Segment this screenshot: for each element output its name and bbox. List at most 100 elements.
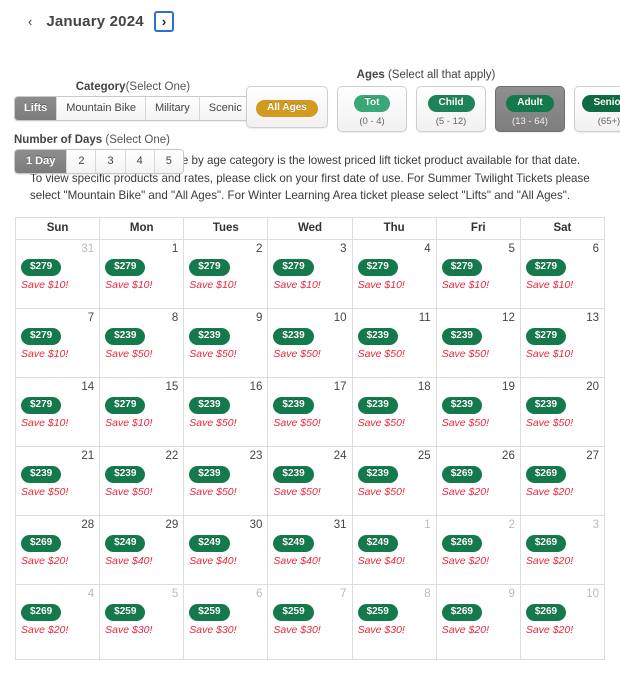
- savings-text: Save $20!: [21, 555, 69, 568]
- day-number: 10: [333, 311, 347, 324]
- category-option-mountain-bike[interactable]: Mountain Bike: [56, 97, 145, 120]
- day-number: 3: [592, 518, 599, 531]
- calendar-day-cell[interactable]: 7 $279 Save $10!: [16, 308, 101, 378]
- savings-text: Save $50!: [357, 348, 405, 361]
- day-number: 28: [81, 518, 95, 531]
- calendar-day-cell[interactable]: 15 $279 Save $10!: [100, 377, 185, 447]
- calendar-day-cell[interactable]: 10 $269 Save $20!: [520, 584, 605, 660]
- calendar-day-cell[interactable]: 31 $249 Save $40!: [268, 515, 353, 585]
- price-badge: $279: [189, 259, 230, 277]
- age-option-child[interactable]: Child (5 - 12): [416, 86, 486, 132]
- savings-text: Save $50!: [105, 486, 153, 499]
- calendar-day-cell[interactable]: 3 $269 Save $20!: [520, 515, 605, 585]
- weekday-header-wed: Wed: [268, 217, 353, 240]
- calendar-day-cell[interactable]: 6 $279 Save $10!: [520, 239, 605, 309]
- days-option-4[interactable]: 4: [124, 150, 154, 173]
- savings-text: Save $20!: [441, 486, 489, 499]
- calendar-day-cell[interactable]: 29 $249 Save $40!: [100, 515, 185, 585]
- day-number: 13: [586, 311, 599, 324]
- calendar-day-cell[interactable]: 28 $269 Save $20!: [16, 515, 101, 585]
- calendar-day-cell[interactable]: 24 $239 Save $50!: [268, 446, 353, 516]
- day-number: 20: [586, 380, 599, 393]
- day-number: 7: [340, 587, 347, 600]
- day-number: 11: [418, 311, 431, 324]
- calendar-week-row: 7 $279 Save $10! 8 $239 Save $50! 9 $239 Save $5…: [16, 308, 605, 378]
- ages-filter: Ages (Select all that apply) All Ages Tot…: [246, 69, 620, 132]
- savings-text: Save $50!: [273, 486, 321, 499]
- calendar-day-cell[interactable]: 19 $239 Save $50!: [436, 377, 521, 447]
- calendar-day-cell[interactable]: 30 $249 Save $40!: [184, 515, 269, 585]
- day-number: 9: [256, 311, 263, 324]
- calendar-day-cell[interactable]: 26 $269 Save $20!: [436, 446, 521, 516]
- days-label-title: Number of Days: [14, 134, 103, 146]
- age-option-all-ages[interactable]: All Ages: [246, 86, 328, 128]
- calendar-day-cell[interactable]: 9 $269 Save $20!: [436, 584, 521, 660]
- day-number: 6: [256, 587, 263, 600]
- calendar-body: 31 $279 Save $10! 1 $279 Save $10! 2 $279 Save $…: [16, 239, 605, 660]
- calendar-day-cell[interactable]: 25 $239 Save $50!: [352, 446, 437, 516]
- calendar-day-cell[interactable]: 23 $239 Save $50!: [184, 446, 269, 516]
- age-option-adult[interactable]: Adult (13 - 64): [495, 86, 565, 132]
- day-number: 31: [81, 242, 95, 255]
- calendar-day-cell[interactable]: 21 $239 Save $50!: [16, 446, 101, 516]
- savings-text: Save $20!: [441, 624, 489, 637]
- calendar-week-row: 31 $279 Save $10! 1 $279 Save $10! 2 $279 Save $…: [16, 239, 605, 309]
- calendar-day-cell[interactable]: 11 $239 Save $50!: [352, 308, 437, 378]
- calendar-day-cell[interactable]: 16 $239 Save $50!: [184, 377, 269, 447]
- calendar-day-cell[interactable]: 8 $259 Save $30!: [352, 584, 437, 660]
- price-badge: $259: [273, 604, 314, 622]
- day-number: 22: [165, 449, 179, 462]
- savings-text: Save $20!: [441, 555, 489, 568]
- calendar-day-cell[interactable]: 20 $239 Save $50!: [520, 377, 605, 447]
- calendar-day-cell[interactable]: 13 $279 Save $10!: [520, 308, 605, 378]
- days-option-3[interactable]: 3: [95, 150, 125, 173]
- days-label: Number of Days (Select One): [14, 134, 184, 146]
- calendar-day-cell[interactable]: 1 $279 Save $10!: [100, 239, 185, 309]
- prev-month-button[interactable]: ‹: [24, 12, 36, 31]
- price-badge: $279: [273, 259, 314, 277]
- age-pill-child: Child: [427, 95, 475, 112]
- days-option-2[interactable]: 2: [66, 150, 96, 173]
- calendar-day-cell[interactable]: 9 $239 Save $50!: [184, 308, 269, 378]
- age-option-senior[interactable]: Senior (65+): [574, 86, 620, 132]
- days-option-1-day[interactable]: 1 Day: [15, 150, 67, 173]
- calendar-day-cell[interactable]: 17 $239 Save $50!: [268, 377, 353, 447]
- calendar-day-cell[interactable]: 22 $239 Save $50!: [100, 446, 185, 516]
- price-badge: $279: [525, 328, 567, 346]
- calendar-day-cell[interactable]: 27 $269 Save $20!: [520, 446, 605, 516]
- weekday-header-thu: Thu: [352, 217, 437, 240]
- price-badge: $279: [357, 259, 398, 277]
- calendar-day-cell[interactable]: 5 $259 Save $30!: [100, 584, 185, 660]
- day-number: 15: [165, 380, 179, 393]
- category-option-military[interactable]: Military: [144, 97, 199, 120]
- calendar-day-cell[interactable]: 31 $279 Save $10!: [16, 239, 101, 309]
- days-option-5[interactable]: 5: [153, 150, 183, 173]
- age-option-tot[interactable]: Tot (0 - 4): [337, 86, 407, 132]
- calendar-day-cell[interactable]: 2 $269 Save $20!: [436, 515, 521, 585]
- calendar-day-cell[interactable]: 7 $259 Save $30!: [268, 584, 353, 660]
- calendar-day-cell[interactable]: 10 $239 Save $50!: [268, 308, 353, 378]
- calendar-day-cell[interactable]: 8 $239 Save $50!: [100, 308, 185, 378]
- day-number: 27: [586, 449, 599, 462]
- next-month-button[interactable]: ›: [153, 10, 175, 32]
- category-option-lifts[interactable]: Lifts: [15, 97, 57, 120]
- calendar-day-cell[interactable]: 18 $239 Save $50!: [352, 377, 437, 447]
- category-option-scenic[interactable]: Scenic: [198, 97, 251, 120]
- calendar-day-cell[interactable]: 5 $279 Save $10!: [436, 239, 521, 309]
- calendar-day-cell[interactable]: 4 $279 Save $10!: [352, 239, 437, 309]
- savings-text: Save $10!: [21, 348, 69, 361]
- day-number: 4: [87, 587, 95, 600]
- calendar-day-cell[interactable]: 6 $259 Save $30!: [184, 584, 269, 660]
- calendar-day-cell[interactable]: 4 $269 Save $20!: [16, 584, 101, 660]
- calendar-day-cell[interactable]: 1 $249 Save $40!: [352, 515, 437, 585]
- weekday-header-mon: Mon: [100, 217, 185, 240]
- month-navigation: ‹ January 2024 ›: [0, 0, 620, 36]
- calendar-day-cell[interactable]: 2 $279 Save $10!: [184, 239, 269, 309]
- day-number: 5: [508, 242, 515, 255]
- calendar-day-cell[interactable]: 3 $279 Save $10!: [268, 239, 353, 309]
- weekday-header-sun: Sun: [16, 217, 101, 240]
- calendar-day-cell[interactable]: 14 $279 Save $10!: [16, 377, 101, 447]
- price-badge: $239: [357, 328, 398, 346]
- calendar-day-cell[interactable]: 12 $239 Save $50!: [436, 308, 521, 378]
- price-badge: $269: [525, 604, 567, 622]
